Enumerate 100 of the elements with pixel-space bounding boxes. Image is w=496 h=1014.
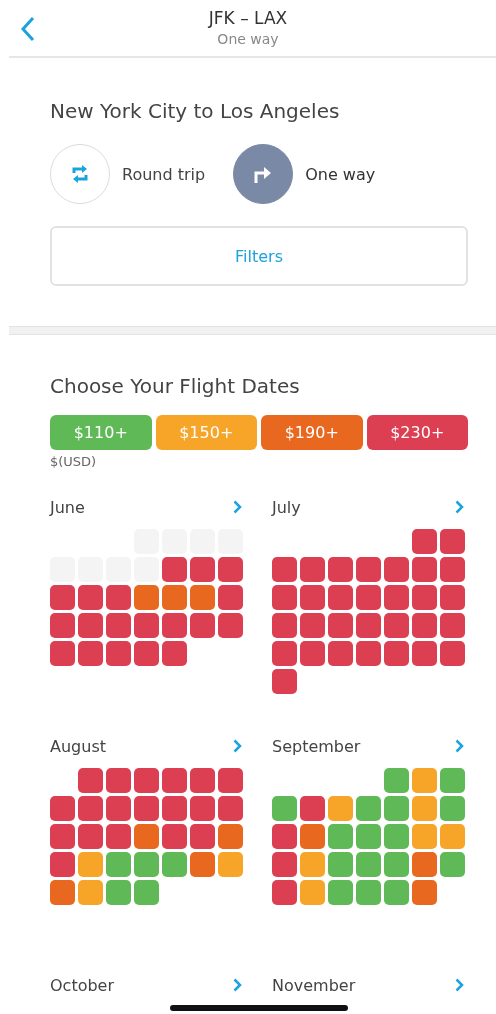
day-cell[interactable] — [272, 557, 297, 582]
day-cell[interactable] — [272, 796, 297, 821]
day-cell[interactable] — [412, 613, 437, 638]
trip-type-label[interactable]: One way — [305, 164, 376, 184]
day-cell[interactable] — [106, 824, 131, 849]
day-cell[interactable] — [78, 824, 103, 849]
day-cell[interactable] — [300, 585, 325, 610]
day-cell[interactable] — [300, 796, 325, 821]
day-cell[interactable] — [300, 824, 325, 849]
day-cell[interactable] — [134, 824, 159, 849]
day-cell[interactable] — [412, 768, 437, 793]
day-cell[interactable] — [356, 641, 381, 666]
day-cell[interactable] — [162, 768, 187, 793]
day-cell[interactable] — [106, 585, 131, 610]
day-cell[interactable] — [78, 641, 103, 666]
day-cell[interactable] — [384, 852, 409, 877]
day-cell[interactable] — [162, 852, 187, 877]
day-cell[interactable] — [134, 585, 159, 610]
day-cell[interactable] — [50, 796, 75, 821]
day-cell[interactable] — [328, 557, 353, 582]
day-cell[interactable] — [218, 557, 243, 582]
day-cell[interactable] — [190, 824, 215, 849]
day-cell[interactable] — [300, 852, 325, 877]
day-cell[interactable] — [162, 641, 187, 666]
day-cell[interactable] — [78, 880, 103, 905]
day-cell[interactable] — [272, 880, 297, 905]
day-cell[interactable] — [190, 796, 215, 821]
day-cell[interactable] — [384, 796, 409, 821]
day-cell[interactable] — [190, 852, 215, 877]
day-cell[interactable] — [50, 852, 75, 877]
day-cell[interactable] — [78, 852, 103, 877]
day-cell[interactable] — [218, 824, 243, 849]
day-cell[interactable] — [218, 585, 243, 610]
day-cell[interactable] — [356, 852, 381, 877]
day-cell[interactable] — [78, 585, 103, 610]
chevron-right-icon[interactable] — [455, 978, 464, 992]
day-cell[interactable] — [384, 585, 409, 610]
day-cell[interactable] — [218, 852, 243, 877]
day-cell[interactable] — [356, 824, 381, 849]
day-cell[interactable] — [412, 852, 437, 877]
day-cell[interactable] — [162, 585, 187, 610]
day-cell[interactable] — [384, 768, 409, 793]
trip-type-label[interactable]: Round trip — [122, 164, 206, 184]
day-cell[interactable] — [412, 585, 437, 610]
day-cell[interactable] — [356, 585, 381, 610]
day-cell[interactable] — [78, 796, 103, 821]
day-cell[interactable] — [106, 852, 131, 877]
day-cell[interactable] — [50, 585, 75, 610]
day-cell[interactable] — [218, 796, 243, 821]
day-cell[interactable] — [218, 613, 243, 638]
day-cell[interactable] — [190, 585, 215, 610]
day-cell[interactable] — [162, 796, 187, 821]
day-cell[interactable] — [412, 641, 437, 666]
day-cell[interactable] — [78, 613, 103, 638]
day-cell[interactable] — [328, 852, 353, 877]
day-cell[interactable] — [50, 641, 75, 666]
day-cell[interactable] — [134, 613, 159, 638]
day-cell[interactable] — [328, 796, 353, 821]
day-cell[interactable] — [328, 880, 353, 905]
day-cell[interactable] — [300, 613, 325, 638]
back-icon[interactable] — [20, 16, 36, 42]
day-cell[interactable] — [440, 557, 465, 582]
day-cell[interactable] — [328, 613, 353, 638]
day-cell[interactable] — [384, 824, 409, 849]
day-cell[interactable] — [412, 529, 437, 554]
day-cell[interactable] — [50, 613, 75, 638]
day-cell[interactable] — [190, 557, 215, 582]
day-cell[interactable] — [300, 557, 325, 582]
day-cell[interactable] — [300, 641, 325, 666]
day-cell[interactable] — [440, 613, 465, 638]
day-cell[interactable] — [412, 557, 437, 582]
day-cell[interactable] — [134, 641, 159, 666]
day-cell[interactable] — [134, 880, 159, 905]
day-cell[interactable] — [162, 557, 187, 582]
day-cell[interactable] — [384, 557, 409, 582]
day-cell[interactable] — [412, 880, 437, 905]
day-cell[interactable] — [440, 768, 465, 793]
day-cell[interactable] — [190, 768, 215, 793]
day-cell[interactable] — [134, 768, 159, 793]
day-cell[interactable] — [440, 529, 465, 554]
day-cell[interactable] — [412, 824, 437, 849]
day-cell[interactable] — [328, 585, 353, 610]
day-cell[interactable] — [272, 585, 297, 610]
chevron-right-icon[interactable] — [455, 500, 464, 514]
day-cell[interactable] — [384, 641, 409, 666]
day-cell[interactable] — [356, 613, 381, 638]
day-cell[interactable] — [272, 824, 297, 849]
day-cell[interactable] — [272, 669, 297, 694]
day-cell[interactable] — [384, 880, 409, 905]
chevron-right-icon[interactable] — [233, 978, 242, 992]
day-cell[interactable] — [106, 641, 131, 666]
day-cell[interactable] — [272, 641, 297, 666]
day-cell[interactable] — [328, 641, 353, 666]
day-cell[interactable] — [50, 880, 75, 905]
day-cell[interactable] — [162, 824, 187, 849]
chevron-right-icon[interactable] — [233, 739, 242, 753]
day-cell[interactable] — [356, 880, 381, 905]
day-cell[interactable] — [412, 796, 437, 821]
day-cell[interactable] — [440, 824, 465, 849]
day-cell[interactable] — [106, 880, 131, 905]
